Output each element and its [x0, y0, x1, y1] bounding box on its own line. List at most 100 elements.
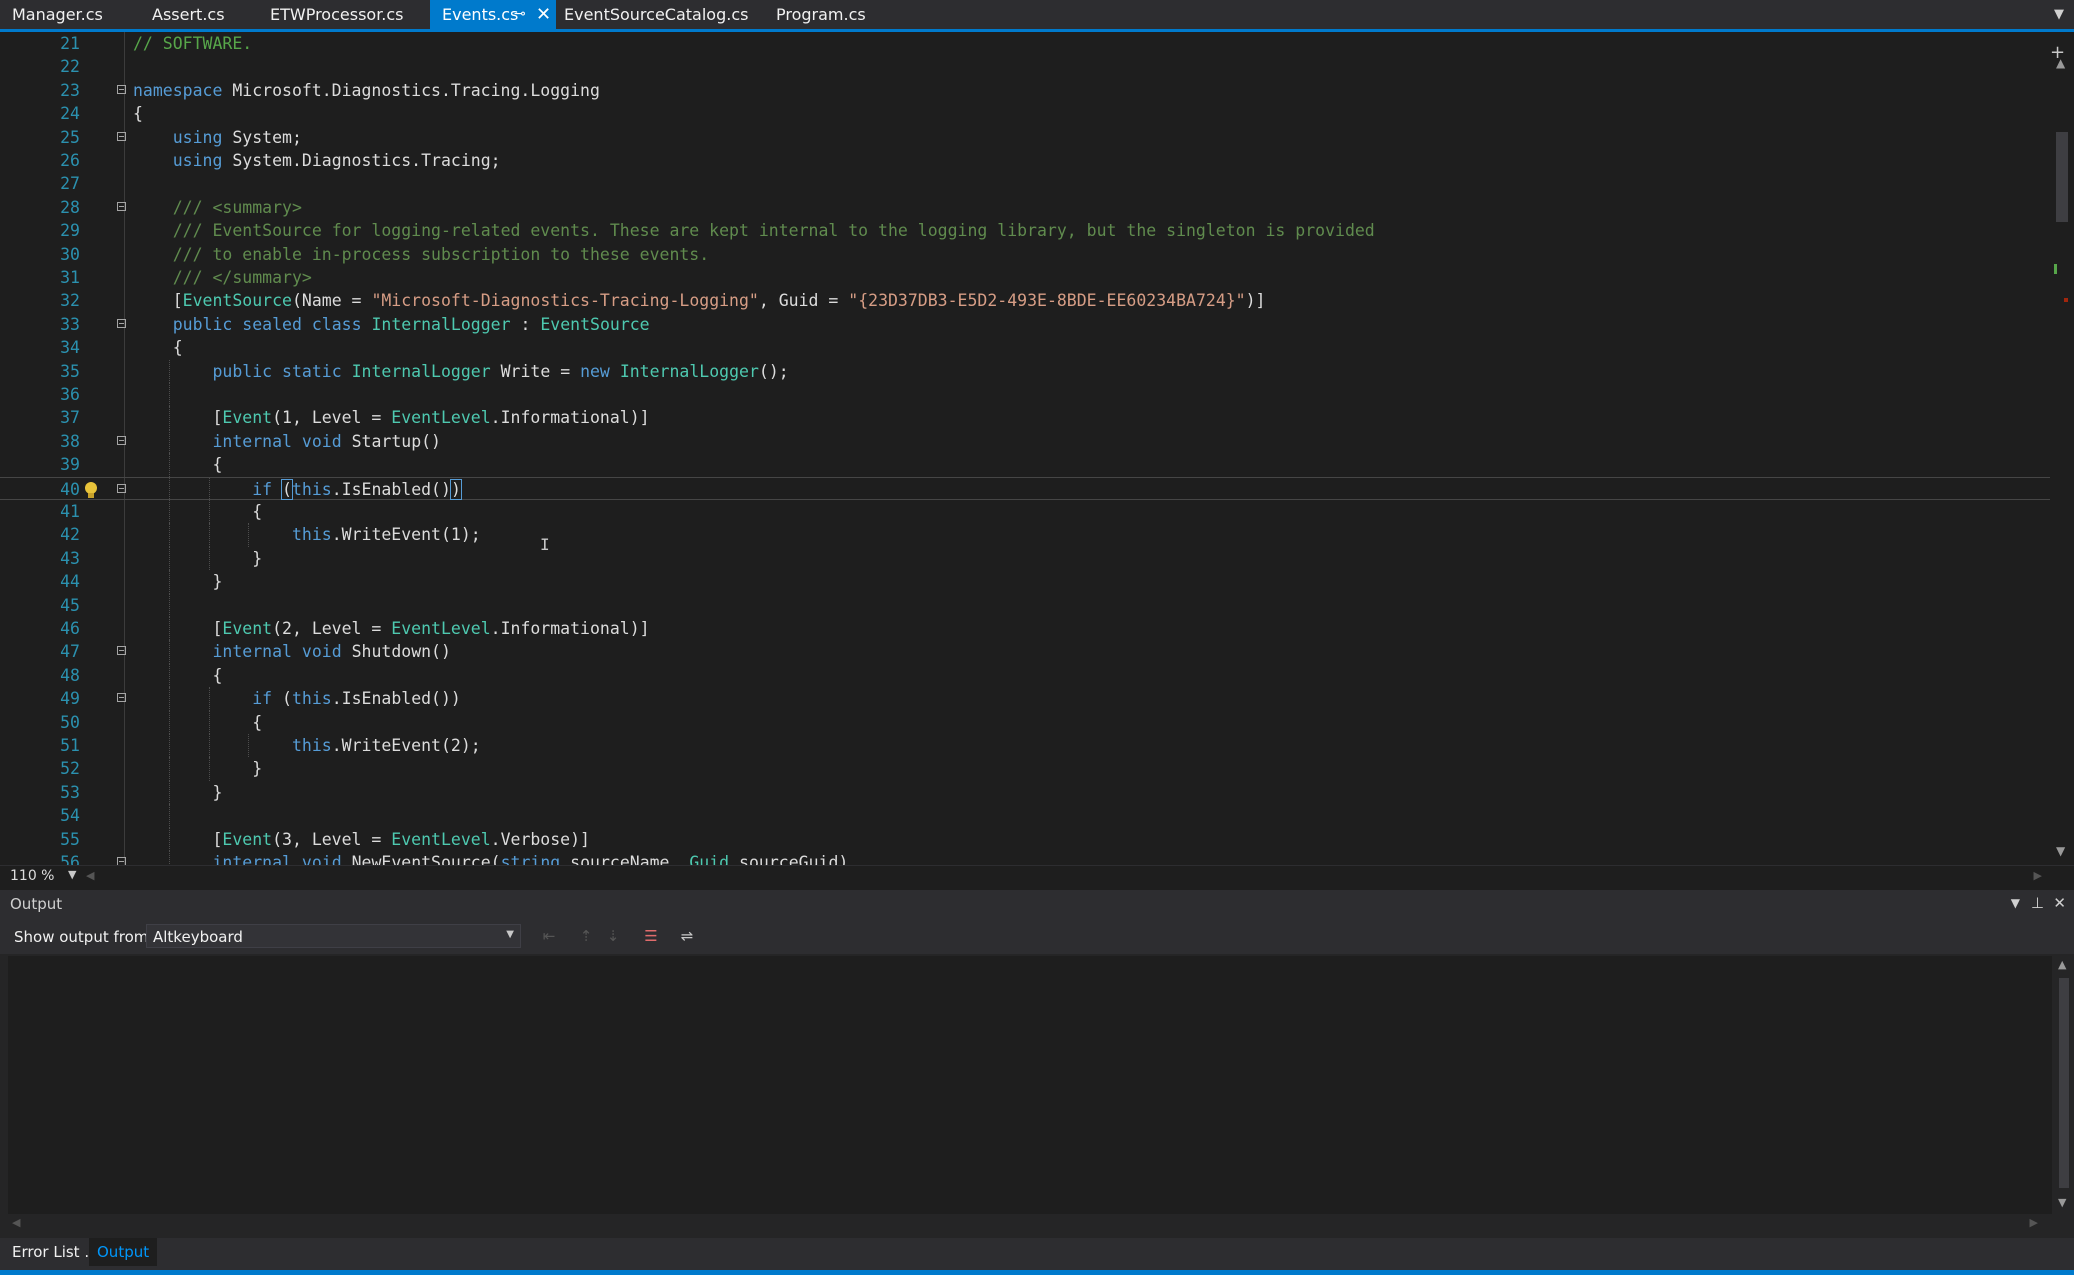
code-text[interactable]: public static InternalLogger Write = new…	[133, 360, 788, 383]
code-text[interactable]: // SOFTWARE.	[133, 32, 252, 55]
code-line[interactable]: 54	[0, 804, 2050, 828]
code-line[interactable]: 40 if (this.IsEnabled())	[0, 476, 2050, 501]
code-line[interactable]: 21 // SOFTWARE.	[0, 32, 2050, 55]
code-text[interactable]: internal void Shutdown()	[133, 640, 450, 663]
scroll-up-arrow-icon[interactable]: ▲	[2058, 958, 2066, 971]
collapse-icon[interactable]	[117, 318, 126, 328]
code-line[interactable]: 24 {	[0, 102, 2050, 125]
scroll-right-arrow-icon[interactable]: ▶	[2034, 869, 2042, 882]
scroll-up-arrow-icon[interactable]: ▲	[2056, 56, 2065, 70]
collapse-icon[interactable]	[117, 201, 126, 211]
collapse-icon[interactable]	[117, 857, 126, 865]
code-lines[interactable]: 21 // SOFTWARE. 22 23 namespace Microsoft.Di…	[0, 32, 2050, 865]
go-to-line-icon[interactable]: ⇤	[539, 926, 559, 946]
tab-manager-cs[interactable]: Manager.cs	[0, 0, 140, 29]
code-text[interactable]: using System;	[133, 126, 302, 149]
collapse-icon[interactable]	[117, 435, 126, 445]
scroll-down-arrow-icon[interactable]: ▼	[2056, 844, 2065, 858]
code-line[interactable]: 32 [EventSource(Name = "Microsoft-Diagno…	[0, 289, 2050, 312]
word-wrap-icon[interactable]: ⇌	[677, 926, 697, 946]
zoom-level[interactable]: 110 %	[10, 868, 54, 884]
previous-message-icon[interactable]: ⇡	[576, 926, 596, 946]
code-line[interactable]: 30 /// to enable in-process subscription…	[0, 243, 2050, 266]
collapse-icon[interactable]	[117, 693, 126, 703]
output-vertical-scrollbar[interactable]: ▲ ▼	[2054, 956, 2074, 1214]
code-line[interactable]: 25 using System;	[0, 126, 2050, 149]
code-text[interactable]: }	[133, 570, 222, 593]
pin-icon[interactable]: ⊸	[514, 0, 526, 29]
editor-vertical-scrollbar[interactable]: + ▲ ▼	[2050, 32, 2074, 865]
code-text[interactable]: internal void Startup()	[133, 430, 441, 453]
code-line[interactable]: 28 /// <summary>	[0, 196, 2050, 219]
code-line[interactable]: 55 [Event(3, Level = EventLevel.Verbose)…	[0, 827, 2050, 851]
code-editor[interactable]: 21 // SOFTWARE. 22 23 namespace Microsoft.Di…	[0, 32, 2074, 865]
code-text[interactable]: this.WriteEvent(1);	[133, 523, 481, 546]
collapse-icon[interactable]	[117, 84, 126, 94]
code-text[interactable]: public sealed class InternalLogger : Eve…	[133, 313, 650, 336]
code-line[interactable]: 44 }	[0, 570, 2050, 594]
code-text[interactable]: internal void NewEventSource(string sour…	[133, 851, 848, 865]
code-line[interactable]: 26 using System.Diagnostics.Tracing;	[0, 149, 2050, 172]
tab-overflow-dropdown-icon[interactable]: ▼	[2054, 0, 2064, 29]
code-text[interactable]: {	[133, 500, 262, 523]
code-line[interactable]: 29 /// EventSource for logging-related e…	[0, 219, 2050, 242]
code-line[interactable]: 52 }	[0, 757, 2050, 781]
code-line[interactable]: 39 {	[0, 453, 2050, 477]
output-source-select[interactable]: Altkeyboard ▼	[146, 924, 521, 948]
code-text[interactable]: [Event(3, Level = EventLevel.Verbose)]	[133, 828, 590, 851]
code-line[interactable]: 50 {	[0, 710, 2050, 734]
scroll-left-arrow-icon[interactable]: ◀	[86, 869, 94, 882]
scroll-left-arrow-icon[interactable]: ◀	[12, 1216, 20, 1229]
window-position-dropdown-icon[interactable]: ▼	[2011, 896, 2020, 910]
close-icon[interactable]: ✕	[2053, 894, 2066, 912]
scrollbar-thumb[interactable]	[2056, 132, 2068, 222]
pin-icon[interactable]: ⊥	[2031, 894, 2044, 912]
code-line[interactable]: 47 internal void Shutdown()	[0, 640, 2050, 664]
collapse-icon[interactable]	[117, 131, 126, 141]
code-text[interactable]: /// <summary>	[133, 196, 302, 219]
code-text[interactable]: [Event(1, Level = EventLevel.Information…	[133, 406, 649, 429]
code-text[interactable]: {	[133, 102, 143, 125]
code-line[interactable]: 53 }	[0, 780, 2050, 805]
tab-events-cs[interactable]: Events.cs ⊸ ✕	[430, 0, 556, 29]
code-text[interactable]: }	[133, 547, 262, 570]
tab-etwprocessor-cs[interactable]: ETWProcessor.cs	[258, 0, 438, 29]
code-text[interactable]: }	[133, 781, 222, 804]
code-line[interactable]: 48 {	[0, 663, 2050, 688]
scroll-down-arrow-icon[interactable]: ▼	[2058, 1196, 2066, 1209]
code-line[interactable]: 41 {	[0, 500, 2050, 524]
tab-program-cs[interactable]: Program.cs	[764, 0, 904, 29]
lightbulb-icon[interactable]	[82, 480, 100, 500]
code-text[interactable]: {	[133, 664, 222, 687]
code-line[interactable]: 23 namespace Microsoft.Diagnostics.Tracin…	[0, 79, 2050, 102]
code-line[interactable]: 34 {	[0, 336, 2050, 359]
code-text[interactable]: }	[133, 757, 262, 780]
code-line[interactable]: 27	[0, 172, 2050, 195]
code-line[interactable]: 31 /// </summary>	[0, 266, 2050, 289]
code-line[interactable]: 45	[0, 593, 2050, 617]
output-text-area[interactable]	[8, 956, 2052, 1214]
collapse-icon[interactable]	[117, 483, 126, 493]
code-line[interactable]: 42 this.WriteEvent(1);	[0, 523, 2050, 547]
code-line[interactable]: 33 public sealed class InternalLogger : …	[0, 313, 2050, 336]
collapse-icon[interactable]	[117, 646, 126, 656]
code-line[interactable]: 35 public static InternalLogger Write = …	[0, 359, 2050, 383]
code-text[interactable]: /// EventSource for logging-related even…	[133, 219, 1375, 242]
tab-eventsourcecatalog-cs[interactable]: EventSourceCatalog.cs	[552, 0, 762, 29]
code-text[interactable]: [Event(2, Level = EventLevel.Information…	[133, 617, 649, 640]
code-text[interactable]: [EventSource(Name = "Microsoft-Diagnosti…	[133, 289, 1266, 312]
close-icon[interactable]: ✕	[536, 0, 551, 29]
code-line[interactable]: 51 this.WriteEvent(2);	[0, 734, 2050, 758]
next-message-icon[interactable]: ⇣	[603, 926, 623, 946]
code-text[interactable]: namespace Microsoft.Diagnostics.Tracing.…	[133, 79, 600, 102]
code-line[interactable]: 36	[0, 383, 2050, 407]
code-text[interactable]: {	[133, 711, 262, 734]
code-line[interactable]: 38 internal void Startup()	[0, 429, 2050, 454]
code-text[interactable]: this.WriteEvent(2);	[133, 734, 481, 757]
code-line[interactable]: 43 }	[0, 546, 2050, 571]
tab-assert-cs[interactable]: Assert.cs	[140, 0, 266, 29]
code-line[interactable]: 22	[0, 55, 2050, 78]
code-text[interactable]: /// </summary>	[133, 266, 312, 289]
code-line[interactable]: 56 internal void NewEventSource(string s…	[0, 851, 2050, 865]
scroll-right-arrow-icon[interactable]: ▶	[2030, 1216, 2038, 1229]
